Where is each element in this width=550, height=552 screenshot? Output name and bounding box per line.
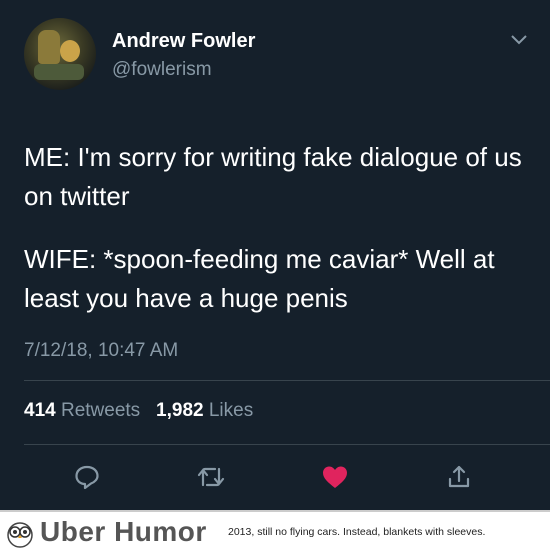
display-name[interactable]: Andrew Fowler — [112, 30, 255, 53]
likes-label[interactable]: Likes — [209, 400, 253, 421]
tweet-text-line: WIFE: *spoon-feeding me caviar* Well at … — [24, 244, 495, 313]
likes-count[interactable]: 1,982 — [156, 400, 204, 421]
share-icon — [448, 465, 470, 488]
like-button[interactable] — [318, 460, 352, 494]
heart-icon — [323, 466, 347, 488]
avatar-figure — [34, 64, 84, 80]
divider — [24, 380, 550, 381]
watermark-footer: Uber Humor 2013, still no flying cars. I… — [0, 510, 550, 552]
tweet-card: Andrew Fowler @fowlerism ME: I'm sorry f… — [0, 0, 550, 510]
tweet-timestamp[interactable]: 7/12/18, 10:47 AM — [24, 340, 178, 362]
retweets-count[interactable]: 414 — [24, 400, 56, 421]
retweet-button[interactable] — [194, 460, 228, 494]
tweet-stats: 414 Retweets 1,982 Likes — [24, 400, 253, 422]
tweet-actions — [0, 460, 550, 500]
owl-logo-icon — [7, 522, 33, 548]
retweets-label[interactable]: Retweets — [61, 400, 140, 421]
avatar-figure — [60, 40, 80, 62]
share-button[interactable] — [442, 460, 476, 494]
avatar-figure — [38, 30, 60, 64]
retweet-icon — [197, 467, 225, 487]
user-handle[interactable]: @fowlerism — [112, 59, 212, 81]
divider — [24, 444, 550, 445]
chevron-down-icon[interactable] — [510, 34, 528, 46]
brand-name: Uber Humor — [40, 516, 207, 547]
reply-button[interactable] — [70, 460, 104, 494]
footer-caption: 2013, still no flying cars. Instead, bla… — [228, 526, 486, 538]
avatar[interactable] — [24, 18, 96, 90]
reply-icon — [75, 465, 99, 490]
tweet-text-line: ME: I'm sorry for writing fake dialogue … — [24, 142, 522, 211]
